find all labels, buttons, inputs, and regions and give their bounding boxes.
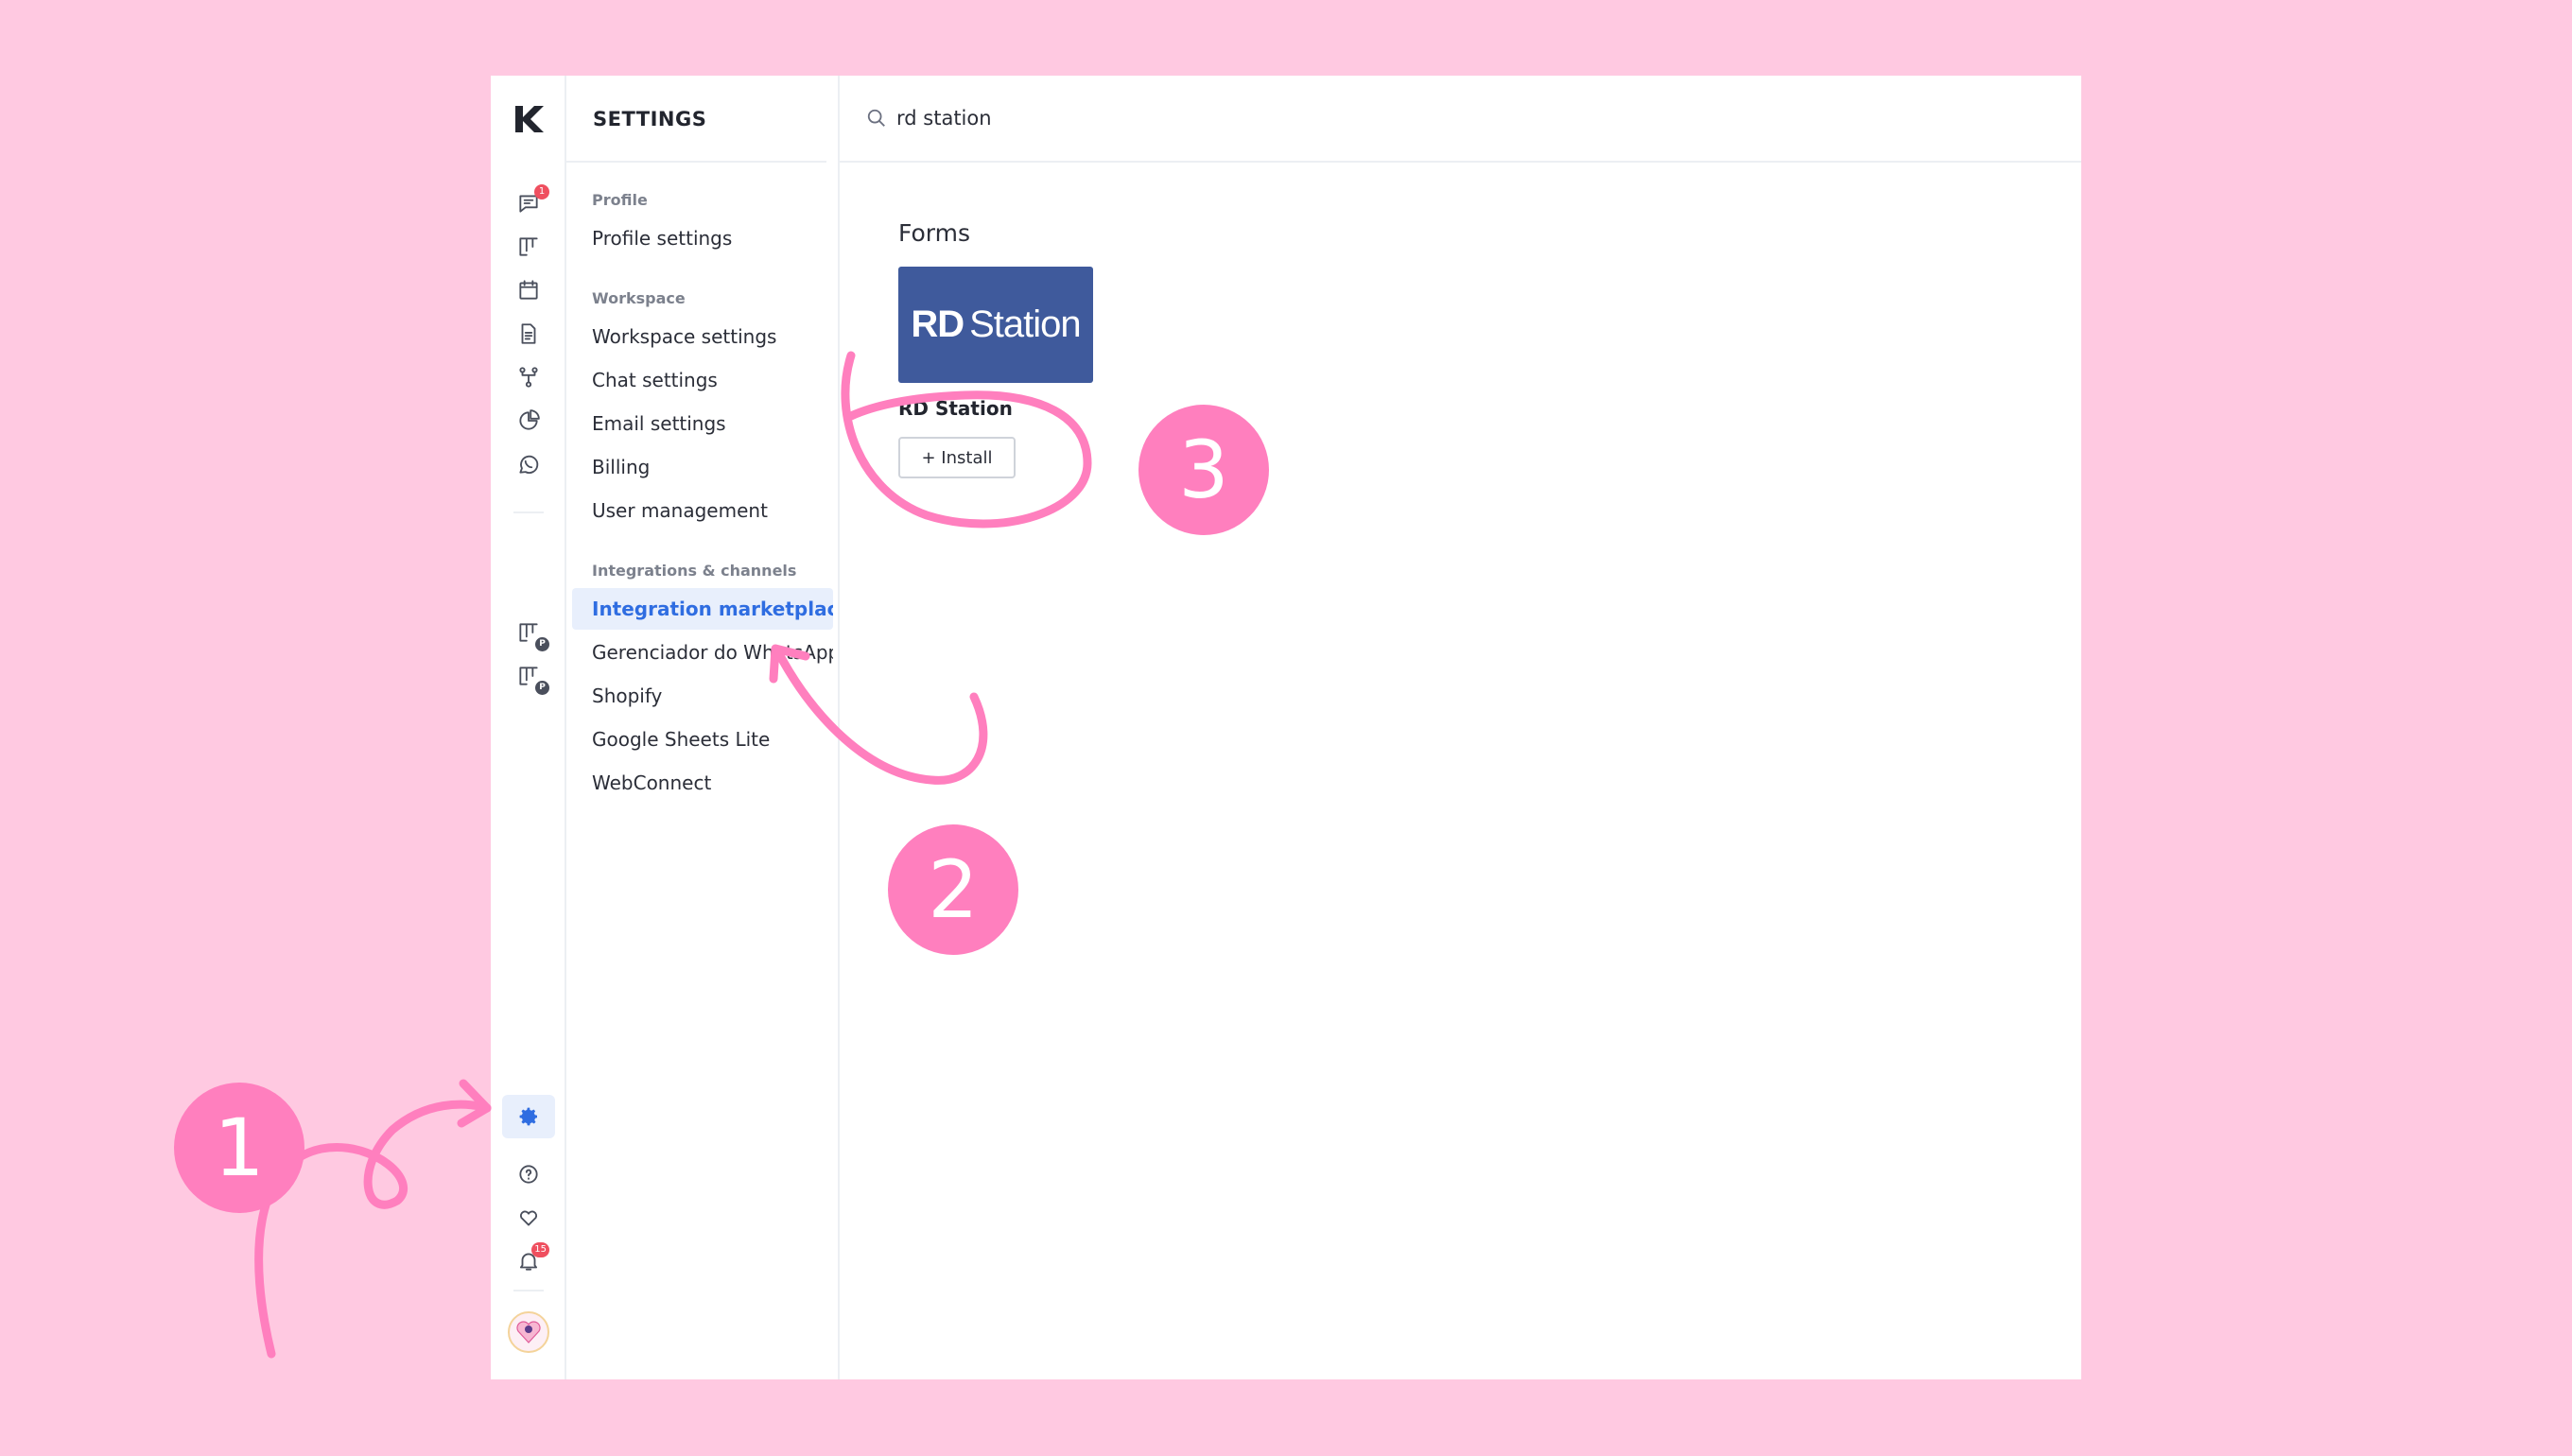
nav-item-shopify[interactable]: Shopify (572, 675, 833, 717)
calendar-icon (519, 280, 538, 300)
kanban-icon (519, 237, 538, 256)
rail-pipeline-p1[interactable]: P (513, 617, 549, 651)
rail-pipeline-p2[interactable]: P (513, 661, 549, 695)
nav-item-email-settings[interactable]: Email settings (572, 403, 833, 444)
pie-chart-icon (519, 409, 540, 430)
chat-badge: 1 (534, 184, 549, 199)
settings-title: SETTINGS (593, 108, 707, 130)
step-marker-3: 3 (1138, 405, 1269, 535)
rail-divider (513, 511, 544, 513)
nav-item-google-sheets-lite[interactable]: Google Sheets Lite (572, 719, 833, 760)
nav-item-webconnect[interactable]: WebConnect (572, 762, 833, 804)
main-content: Forms RDStation RD Station + Install (840, 76, 2081, 1379)
step-marker-2: 2 (888, 824, 1018, 955)
rail-notifications[interactable]: 15 (513, 1242, 549, 1276)
nav-item-profile-settings[interactable]: Profile settings (572, 217, 833, 259)
rail-calendar[interactable] (513, 275, 544, 305)
icon-rail: 1 P P 15 (491, 76, 566, 1379)
rd-station-logo[interactable]: RD Station (898, 267, 1093, 383)
nav-item-integration-marketplace[interactable]: Integration marketplace (572, 588, 833, 630)
search-icon (867, 109, 885, 127)
nav-group-workspace: Workspace (592, 289, 686, 307)
rail-whatsapp[interactable] (513, 449, 544, 479)
heart-avatar-icon (516, 1321, 541, 1343)
heart-icon (519, 1210, 538, 1226)
avatar[interactable] (508, 1311, 549, 1353)
settings-nav: SETTINGS Profile Profile settings Worksp… (566, 76, 840, 1379)
document-icon (521, 323, 536, 344)
nav-item-whatsapp-manager[interactable]: Gerenciador do WhatsApp (572, 632, 833, 673)
nav-group-integrations: Integrations & channels (592, 562, 797, 580)
rail-chats[interactable]: 1 (513, 184, 549, 218)
annotation-arrowhead-1 (457, 1079, 492, 1128)
rail-divider (513, 1290, 544, 1291)
rail-reports[interactable] (513, 406, 544, 436)
nav-item-workspace-settings[interactable]: Workspace settings (572, 316, 833, 357)
rail-documents[interactable] (513, 319, 544, 349)
nav-divider (566, 161, 826, 163)
search-bar (840, 76, 2081, 163)
section-heading-forms: Forms (898, 219, 971, 247)
logo-text-bold: RD (911, 303, 964, 345)
rail-automation[interactable] (513, 362, 544, 392)
pipeline-badge: P (535, 637, 549, 651)
rail-favorites[interactable] (513, 1203, 544, 1233)
integration-name: RD Station (898, 397, 1013, 420)
gear-icon (519, 1107, 537, 1126)
flow-icon (519, 367, 538, 388)
rail-settings-button[interactable] (502, 1095, 555, 1138)
app-window: 1 P P 15 SETTINGS Profile Profile settin… (491, 76, 2081, 1379)
notifications-badge: 15 (531, 1242, 549, 1257)
app-logo-icon[interactable] (512, 100, 546, 138)
nav-item-chat-settings[interactable]: Chat settings (572, 359, 833, 401)
step-marker-1: 1 (174, 1083, 304, 1213)
rail-help[interactable] (513, 1159, 544, 1189)
install-button[interactable]: + Install (898, 437, 1016, 478)
pipeline-badge: P (535, 681, 549, 695)
nav-group-profile: Profile (592, 191, 648, 209)
nav-item-billing[interactable]: Billing (572, 446, 833, 488)
whatsapp-icon (519, 455, 539, 474)
help-icon (519, 1165, 538, 1184)
search-input[interactable] (896, 107, 1464, 130)
nav-item-user-management[interactable]: User management (572, 490, 833, 531)
logo-text: Station (969, 303, 1082, 345)
rail-pipeline[interactable] (513, 232, 544, 262)
